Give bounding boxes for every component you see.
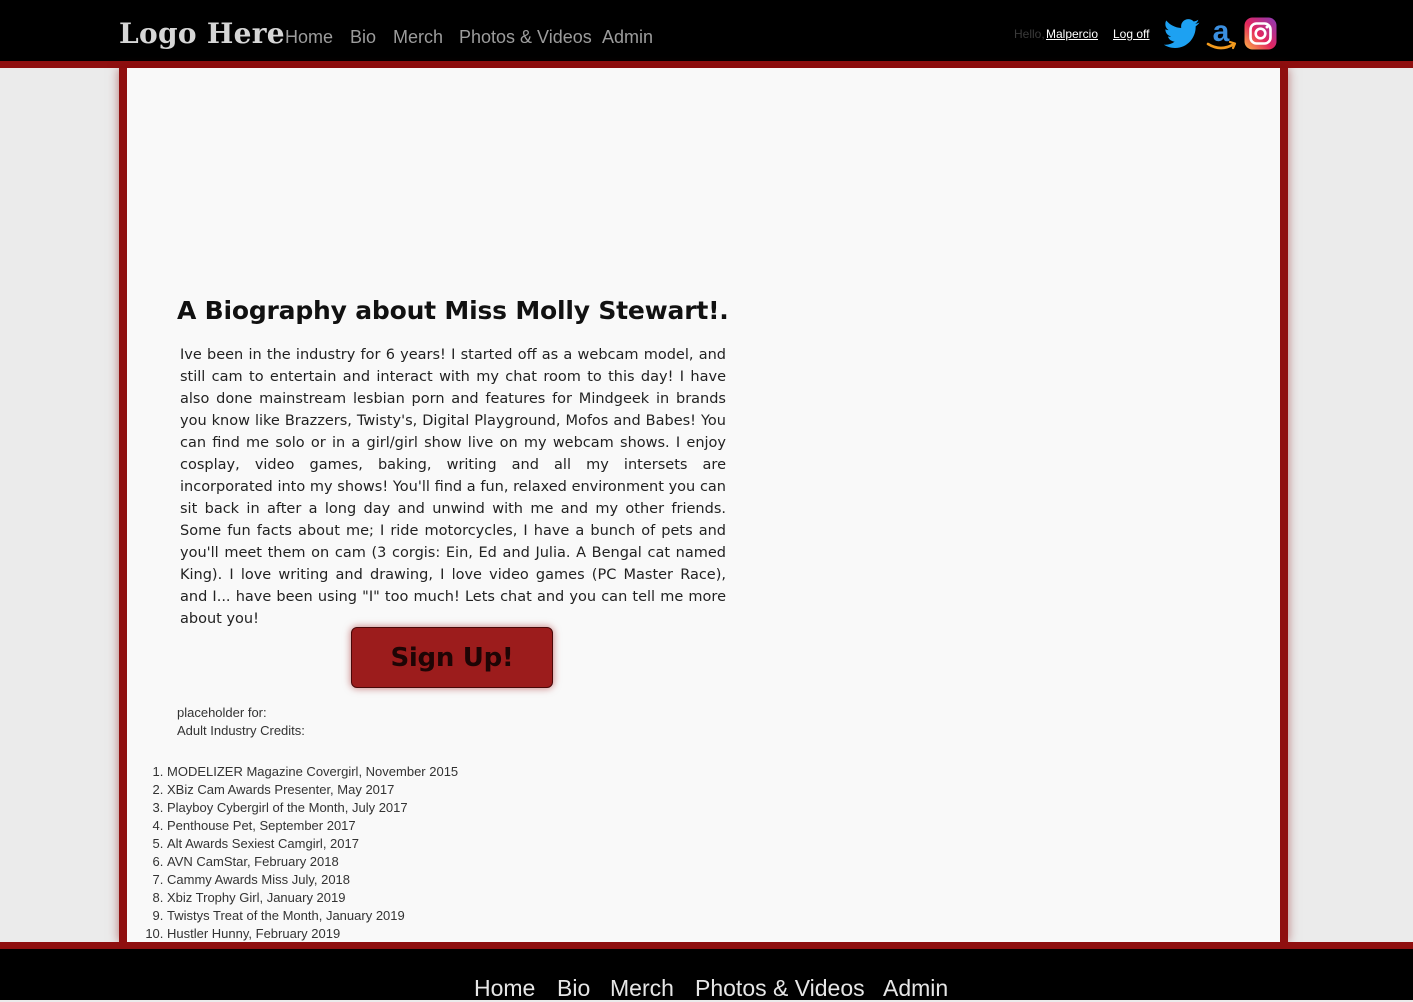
instagram-icon[interactable] bbox=[1244, 17, 1278, 51]
placeholder-line: placeholder for: bbox=[177, 705, 267, 720]
bio-text: Ive been in the industry for 6 years! I … bbox=[180, 347, 726, 627]
svg-text:a: a bbox=[1213, 17, 1230, 48]
list-item: AVN CamStar, February 2018 bbox=[167, 853, 667, 871]
footer-nav-bio[interactable]: Bio bbox=[557, 975, 590, 1002]
footer-nav-photos-videos[interactable]: Photos & Videos bbox=[695, 975, 865, 1002]
credits-heading: Adult Industry Credits: bbox=[177, 723, 305, 738]
bio-title: A Biography about Miss Molly Stewart!. bbox=[177, 296, 729, 325]
username-link[interactable]: Malpercio bbox=[1046, 27, 1098, 41]
list-item: Xbiz Trophy Girl, January 2019 bbox=[167, 889, 667, 907]
footer-nav-home[interactable]: Home bbox=[474, 975, 535, 1002]
nav-admin[interactable]: Admin bbox=[602, 27, 653, 48]
list-item: Twistys Treat of the Month, January 2019 bbox=[167, 907, 667, 925]
list-item: MODELIZER Magazine Covergirl, November 2… bbox=[167, 763, 667, 781]
nav-photos-videos[interactable]: Photos & Videos bbox=[459, 27, 592, 48]
footer: Home Bio Merch Photos & Videos Admin bbox=[0, 949, 1413, 1002]
signup-button[interactable]: Sign Up! bbox=[351, 627, 553, 688]
list-item: Penthouse Pet, September 2017 bbox=[167, 817, 667, 835]
nav-merch[interactable]: Merch bbox=[393, 27, 443, 48]
header-accent-bar bbox=[0, 61, 1413, 68]
footer-nav-admin[interactable]: Admin bbox=[883, 975, 948, 1002]
credits-list: MODELIZER Magazine Covergirl, November 2… bbox=[127, 763, 667, 942]
list-item: Alt Awards Sexiest Camgirl, 2017 bbox=[167, 835, 667, 853]
twitter-icon[interactable] bbox=[1163, 18, 1200, 52]
content-panel: A Biography about Miss Molly Stewart!. I… bbox=[127, 68, 1280, 942]
site-logo[interactable]: Logo Here bbox=[119, 17, 285, 50]
logoff-link[interactable]: Log off bbox=[1113, 27, 1149, 41]
top-header: Logo Here Home Bio Merch Photos & Videos… bbox=[0, 0, 1413, 61]
content-panel-frame: A Biography about Miss Molly Stewart!. I… bbox=[119, 68, 1288, 942]
nav-home[interactable]: Home bbox=[285, 27, 333, 48]
list-item: Hustler Hunny, February 2019 bbox=[167, 925, 667, 942]
nav-bio[interactable]: Bio bbox=[350, 27, 376, 48]
greeting-text: Hello, bbox=[1014, 27, 1045, 41]
list-item: Cammy Awards Miss July, 2018 bbox=[167, 871, 667, 889]
footer-nav-merch[interactable]: Merch bbox=[610, 975, 674, 1002]
list-item: Playboy Cybergirl of the Month, July 201… bbox=[167, 799, 667, 817]
credits-placeholder: placeholder for: Adult Industry Credits: bbox=[177, 704, 305, 740]
list-item: XBiz Cam Awards Presenter, May 2017 bbox=[167, 781, 667, 799]
footer-accent-bar bbox=[0, 942, 1413, 949]
amazon-icon[interactable]: a bbox=[1203, 15, 1237, 51]
